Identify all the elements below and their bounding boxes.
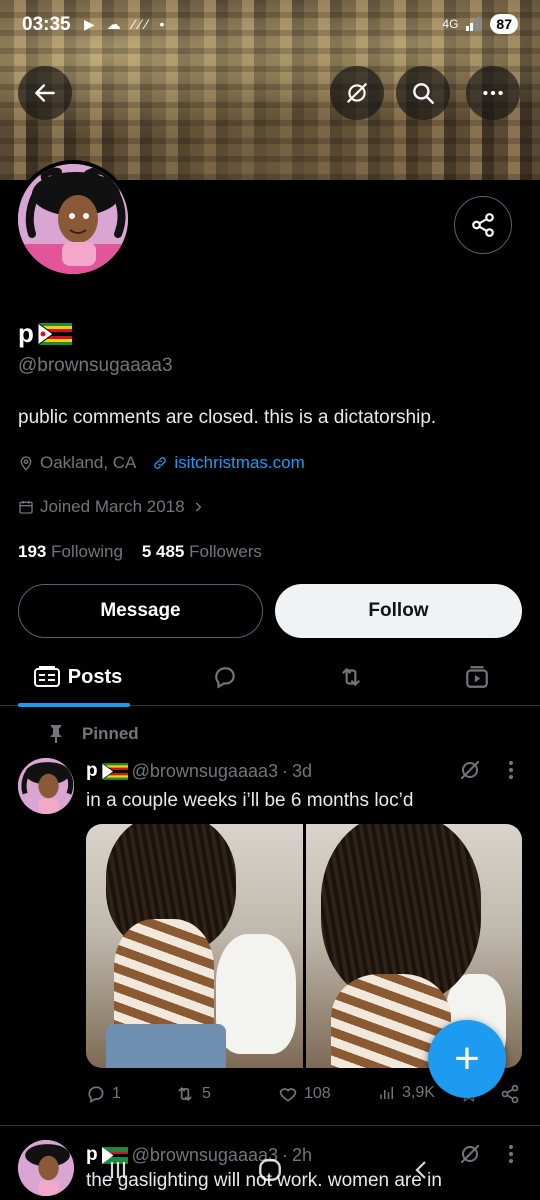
calendar-icon [19,501,33,514]
signal-icon [466,17,482,31]
chevron-right-icon [195,502,201,512]
zimbabwe-flag-icon [101,762,128,780]
status-bar: 03:35 ▶ ☁ ⁄⁄⁄ • 4G 87 [0,0,540,48]
arrow-left-icon [35,84,55,102]
views-icon [380,1087,393,1099]
tweet-divider [0,1125,540,1126]
reply-icon [215,667,235,689]
repost-icon [178,1086,192,1102]
tweet-author-name[interactable]: p [86,760,98,782]
status-right: 4G 87 [442,14,518,34]
profile-counts: 193 Following 5 485 Followers [18,542,262,562]
like-count: 108 [304,1085,331,1102]
more-vertical-icon [509,761,513,779]
following-count: 193 [18,542,47,561]
followers-label: Followers [189,542,262,561]
reply-action[interactable]: 1 [86,1084,121,1104]
tweet-text: in a couple weeks i’ll be 6 months loc’d [86,790,414,811]
pinned-label: Pinned [82,724,139,743]
repost-icon [342,667,360,687]
reply-count: 1 [112,1085,121,1102]
follow-button[interactable]: Follow [275,584,522,638]
tweet-author-handle[interactable]: @brownsugaaaa3 [132,761,278,782]
tab-media[interactable] [452,648,502,706]
profile-joined-row[interactable]: Joined March 2018 [18,497,205,517]
message-button[interactable]: Message [18,584,263,638]
search-button[interactable] [396,66,450,120]
tab-reposts[interactable] [326,648,376,706]
profile-bio: public comments are closed. this is a di… [18,407,437,428]
share-button[interactable] [454,196,512,254]
repost-action[interactable]: 5 [174,1084,211,1104]
more-icon [483,90,503,96]
tab-posts-label: Posts [67,665,123,688]
following-label: Following [51,542,123,561]
tweet-dot: · [281,760,288,781]
grok-icon [347,83,367,103]
network-label: 4G [442,17,459,31]
home-icon [259,1159,281,1181]
search-icon [413,83,434,104]
pinned-label-row: Pinned [48,724,139,744]
tweet-avatar[interactable] [18,758,74,814]
profile-location: Oakland, CA [40,453,137,472]
location-icon [20,456,32,471]
tweet-grok-button[interactable] [458,758,482,787]
chevron-left-icon [415,1161,426,1179]
avatar-illustration [18,164,128,274]
link-icon [154,457,167,469]
share-action[interactable] [500,1084,520,1104]
tweet-header: p @brownsugaaaa3 · 3d [86,760,312,782]
like-action[interactable]: 108 [278,1084,331,1104]
share-icon [472,213,494,237]
home-button[interactable] [250,1150,290,1190]
battery-badge: 87 [490,14,518,34]
plus-icon: + [454,1034,480,1083]
followers-link[interactable]: 5 485 Followers [142,542,262,561]
pin-icon [50,725,62,743]
photo-detail [216,934,296,1054]
profile-name: p [18,318,72,349]
tweet-time[interactable]: 3d [292,761,312,782]
tweet-more-button[interactable] [506,758,516,787]
share-icon [501,1084,519,1104]
profile-tabs: Posts [0,648,540,707]
grok-icon [461,761,479,779]
avatar-illustration [18,758,74,814]
more-button[interactable] [466,66,520,120]
photo-detail [114,919,214,1039]
reply-icon [88,1086,104,1103]
views-action[interactable]: 3,9K [378,1084,435,1102]
tab-replies[interactable] [200,648,250,706]
views-count: 3,9K [402,1084,435,1101]
system-nav-bar [0,1140,540,1200]
media-icon [466,666,488,688]
profile-name-text: p [18,318,34,348]
heart-icon [279,1088,297,1102]
profile-website-link[interactable]: isitchristmas.com [174,453,304,473]
recent-apps-icon [110,1162,126,1178]
back-nav-button[interactable] [402,1150,442,1190]
profile-meta-row: Oakland, CA isitchristmas.com [18,453,305,473]
zimbabwe-flag-icon [37,322,72,345]
tweet-photo-1[interactable] [86,824,303,1068]
repost-count: 5 [202,1085,211,1102]
posts-icon [33,666,60,687]
status-time: 03:35 [22,14,71,35]
following-link[interactable]: 193 Following [18,542,123,561]
grok-button[interactable] [330,66,384,120]
tab-posts[interactable]: Posts [18,648,138,707]
back-button[interactable] [18,66,72,120]
followers-count: 5 485 [141,542,185,561]
profile-avatar[interactable] [14,160,132,278]
profile-handle: @brownsugaaaa3 [18,355,173,376]
notification-icons: ▶ ☁ ⁄⁄⁄ • [84,16,169,32]
profile-joined: Joined March 2018 [40,497,185,516]
photo-detail [106,1024,226,1068]
recent-apps-button[interactable] [98,1150,138,1190]
compose-button[interactable]: + [428,1020,506,1098]
